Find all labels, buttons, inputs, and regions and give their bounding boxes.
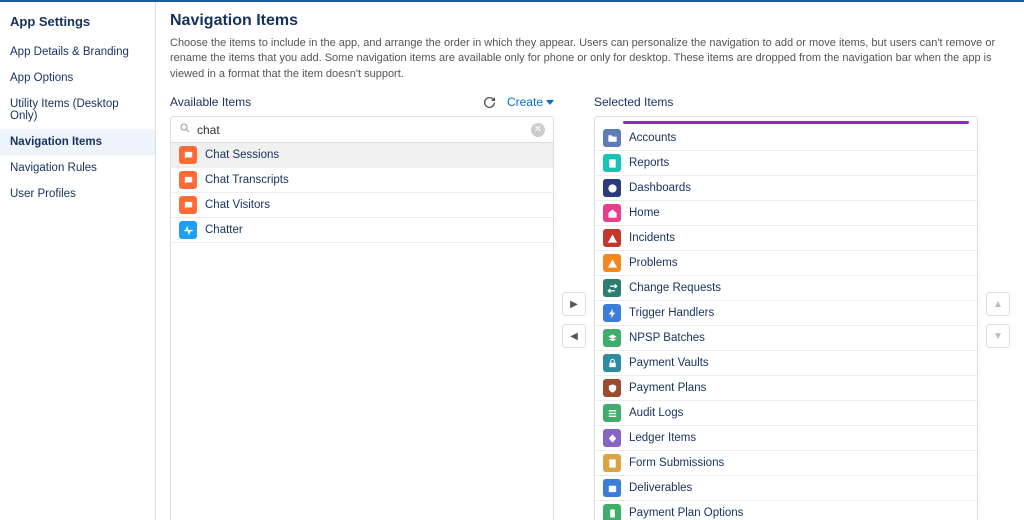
box-icon (603, 479, 621, 497)
swap-icon (603, 279, 621, 297)
selected-item[interactable]: Problems (595, 251, 977, 276)
list-icon (603, 404, 621, 422)
selected-item[interactable]: Payment Vaults (595, 351, 977, 376)
available-column: Available Items Create (170, 92, 554, 520)
page-description: Choose the items to include in the app, … (170, 36, 1010, 82)
search-input[interactable] (197, 123, 525, 137)
item-label: Incidents (629, 232, 675, 244)
shield-icon (603, 379, 621, 397)
layers-icon (603, 329, 621, 347)
selected-panel: Accounts Reports Dashboards Home Incidents Pr… (594, 116, 978, 520)
search-icon (179, 122, 191, 137)
available-item[interactable]: Chat Transcripts (171, 168, 553, 193)
selected-item[interactable]: Payment Plans (595, 376, 977, 401)
selected-list: Accounts Reports Dashboards Home Incidents Pr… (595, 117, 977, 520)
selected-item[interactable]: Ledger Items (595, 426, 977, 451)
item-label: Reports (629, 157, 669, 169)
selected-item[interactable]: Reports (595, 151, 977, 176)
available-item[interactable]: Chat Sessions (171, 143, 553, 168)
chat-icon (179, 196, 197, 214)
reorder-controls: ▲ ▼ (986, 92, 1010, 348)
item-label: Chat Sessions (205, 149, 279, 161)
lock-icon (603, 354, 621, 372)
item-label: Ledger Items (629, 432, 696, 444)
selected-item[interactable]: Deliverables (595, 476, 977, 501)
bolt-icon (603, 304, 621, 322)
selected-item[interactable]: Form Submissions (595, 451, 977, 476)
item-label: Trigger Handlers (629, 307, 714, 319)
item-label: Home (629, 207, 660, 219)
available-item[interactable]: Chatter (171, 218, 553, 243)
diamond-icon (603, 429, 621, 447)
item-label: Payment Vaults (629, 357, 709, 369)
main-panel: Navigation Items Choose the items to inc… (156, 2, 1024, 520)
selected-item[interactable]: NPSP Batches (595, 326, 977, 351)
search-row: ✕ (171, 117, 553, 143)
selected-top-strip (623, 121, 969, 124)
add-button[interactable]: ▶ (562, 292, 586, 316)
form-icon (603, 454, 621, 472)
chevron-down-icon (546, 100, 554, 105)
report-icon (603, 154, 621, 172)
selected-item[interactable]: Audit Logs (595, 401, 977, 426)
gauge-icon (603, 179, 621, 197)
page-title: Navigation Items (170, 12, 1010, 30)
selected-item[interactable]: Payment Plan Options (595, 501, 977, 520)
selected-item[interactable]: Change Requests (595, 276, 977, 301)
item-label: Deliverables (629, 482, 692, 494)
item-label: Change Requests (629, 282, 721, 294)
item-label: Audit Logs (629, 407, 683, 419)
move-down-button[interactable]: ▼ (986, 324, 1010, 348)
item-label: Accounts (629, 132, 676, 144)
selected-item[interactable]: Trigger Handlers (595, 301, 977, 326)
item-label: NPSP Batches (629, 332, 705, 344)
alert-icon (603, 229, 621, 247)
item-label: Form Submissions (629, 457, 724, 469)
item-label: Problems (629, 257, 678, 269)
pulse-icon (179, 221, 197, 239)
item-label: Chat Visitors (205, 199, 270, 211)
sidebar-title: App Settings (0, 10, 155, 39)
folder-icon (603, 129, 621, 147)
item-label: Dashboards (629, 182, 691, 194)
available-item[interactable]: Chat Visitors (171, 193, 553, 218)
chat-icon (179, 146, 197, 164)
create-label: Create (507, 95, 543, 109)
sidebar-item[interactable]: App Options (0, 65, 155, 91)
selected-header: Selected Items (594, 95, 673, 109)
warning-icon (603, 254, 621, 272)
create-dropdown[interactable]: Create (507, 95, 554, 109)
sidebar-item[interactable]: Navigation Rules (0, 155, 155, 181)
item-label: Payment Plans (629, 382, 706, 394)
settings-sidebar: App Settings App Details & BrandingApp O… (0, 2, 156, 520)
sidebar-item[interactable]: App Details & Branding (0, 39, 155, 65)
chat-icon (179, 171, 197, 189)
sidebar-item[interactable]: Utility Items (Desktop Only) (0, 91, 155, 129)
available-panel: ✕ Chat Sessions Chat Transcripts Chat Visi… (170, 116, 554, 520)
sidebar-item[interactable]: User Profiles (0, 181, 155, 207)
selected-column: Selected Items Accounts Reports Dashboards… (594, 92, 978, 520)
home-icon (603, 204, 621, 222)
item-label: Payment Plan Options (629, 507, 743, 519)
remove-button[interactable]: ◀ (562, 324, 586, 348)
transfer-controls: ▶ ◀ (562, 92, 586, 348)
selected-item[interactable]: Home (595, 201, 977, 226)
sidebar-item[interactable]: Navigation Items (0, 129, 155, 155)
selected-item[interactable]: Dashboards (595, 176, 977, 201)
available-list: Chat Sessions Chat Transcripts Chat Visito… (171, 143, 553, 520)
item-label: Chat Transcripts (205, 174, 289, 186)
available-header: Available Items (170, 95, 251, 109)
refresh-icon[interactable] (483, 95, 497, 109)
selected-item[interactable]: Incidents (595, 226, 977, 251)
device-icon (603, 504, 621, 520)
clear-search-icon[interactable]: ✕ (531, 123, 545, 137)
item-label: Chatter (205, 224, 243, 236)
move-up-button[interactable]: ▲ (986, 292, 1010, 316)
selected-item[interactable]: Accounts (595, 126, 977, 151)
